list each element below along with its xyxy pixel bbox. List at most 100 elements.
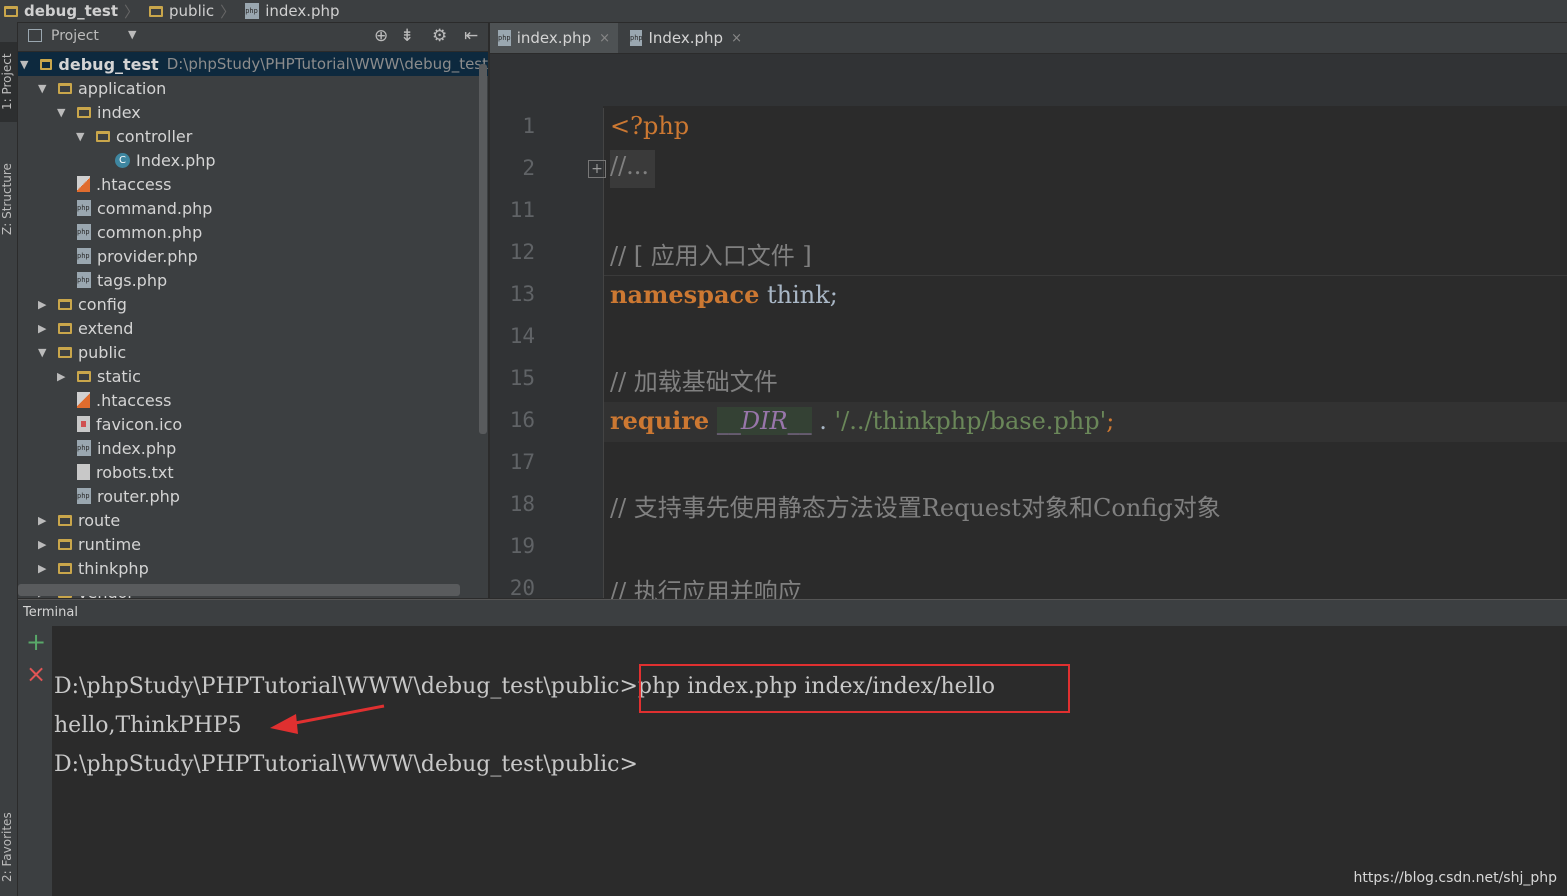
line-number: 18 — [509, 492, 535, 516]
line-number: 1 — [522, 114, 535, 138]
tree-root[interactable]: ▼ debug_test D:\phpStudy\PHPTutorial\WWW… — [18, 52, 488, 76]
tree-item-label: .htaccess — [96, 390, 172, 410]
line-number: 15 — [509, 366, 535, 390]
tree-item[interactable]: index.php — [57, 436, 176, 460]
folder-icon — [96, 130, 110, 142]
tree-item[interactable]: robots.txt — [57, 460, 174, 484]
htaccess-file-icon — [77, 176, 90, 192]
project-view-icon — [28, 29, 42, 42]
htaccess-file-icon — [77, 392, 90, 408]
tree-item[interactable]: tags.php — [57, 268, 167, 292]
code-line-1: <?php — [610, 112, 690, 140]
tree-item[interactable]: ▼ controller — [76, 124, 192, 148]
folder-icon — [58, 562, 72, 574]
collapsed-arrow-icon[interactable]: ▶ — [38, 298, 52, 311]
expanded-arrow-icon[interactable]: ▼ — [76, 130, 90, 143]
tree-item[interactable]: .htaccess — [57, 388, 171, 412]
tab-index-controller[interactable]: Index.php × — [622, 23, 750, 53]
line-number: 14 — [509, 324, 535, 348]
tree-item[interactable]: ▶ extend — [38, 316, 133, 340]
hide-panel-icon[interactable]: ⇤ — [464, 26, 478, 46]
folder-icon — [39, 58, 53, 70]
expanded-arrow-icon[interactable]: ▼ — [38, 82, 52, 95]
breadcrumb-item-folder[interactable]: public 〉 — [145, 1, 241, 22]
breadcrumb-item-project[interactable]: debug_test 〉 — [0, 1, 145, 22]
tree-item[interactable]: .htaccess — [57, 172, 171, 196]
code-line-18: // 支持事先使用静态方法设置Request对象和Config对象 — [610, 494, 1221, 522]
tree-scrollbar[interactable] — [479, 64, 487, 434]
terminal-line: D:\phpStudy\PHPTutorial\WWW\debug_test\p… — [54, 752, 638, 777]
collapsed-arrow-icon[interactable]: ▶ — [38, 514, 52, 527]
tree-item[interactable]: ▶ config — [38, 292, 127, 316]
expand-arrow-icon[interactable]: ▼ — [20, 58, 32, 71]
project-view-selector[interactable]: Project — [51, 28, 99, 44]
tree-item-label: static — [97, 366, 141, 386]
terminal-title: Terminal — [23, 605, 78, 620]
annotation-arrow-icon — [270, 704, 385, 734]
line-number: 17 — [509, 450, 535, 474]
expanded-arrow-icon[interactable]: ▼ — [57, 106, 71, 119]
tree-item[interactable]: C Index.php — [95, 148, 216, 172]
close-tab-icon[interactable]: × — [599, 31, 610, 46]
breadcrumb: debug_test〉 public〉 index.php — [0, 0, 1567, 23]
folder-icon — [58, 514, 72, 526]
terminal-header: Terminal — [18, 599, 1567, 626]
php-file-icon — [498, 30, 511, 46]
tree-item-label: .htaccess — [96, 174, 172, 194]
tree-item-label: config — [78, 294, 127, 314]
tree-item[interactable]: favicon.ico — [57, 412, 182, 436]
code-line-15: // 加载基础文件 — [610, 368, 778, 396]
tree-item[interactable]: ▶ static — [57, 364, 141, 388]
tree-item[interactable]: ▶ runtime — [38, 532, 141, 556]
tree-item[interactable]: ▶ thinkphp — [38, 556, 149, 580]
gutter-divider — [603, 108, 604, 598]
collapsed-arrow-icon[interactable]: ▶ — [57, 370, 71, 383]
terminal-toolbar: + × — [18, 626, 52, 896]
editor-tab-bar: index.php × Index.php × — [490, 23, 1567, 54]
tree-item-label: tags.php — [97, 270, 168, 290]
gear-icon[interactable]: ⚙ — [432, 26, 447, 46]
tree-horizontal-scrollbar[interactable] — [18, 584, 460, 596]
tree-item[interactable]: provider.php — [57, 244, 198, 268]
tree-item-label: controller — [116, 126, 193, 146]
line-number: 19 — [509, 534, 535, 558]
close-tab-icon[interactable]: × — [731, 31, 742, 46]
code-folded-region[interactable]: //... — [610, 150, 656, 188]
tree-item[interactable]: ▼ index — [57, 100, 141, 124]
folder-icon — [58, 346, 72, 358]
tree-item[interactable]: common.php — [57, 220, 202, 244]
favorites-tool-tab[interactable]: 2: Favorites — [0, 802, 17, 892]
php-file-icon — [77, 272, 91, 288]
fold-expand-icon[interactable]: + — [588, 160, 606, 178]
chevron-down-icon[interactable]: ▼ — [128, 28, 136, 41]
structure-tool-tab[interactable]: Z: Structure — [0, 152, 17, 247]
locate-icon[interactable]: ⊕ — [374, 26, 388, 46]
tree-item[interactable]: ▼ application — [38, 76, 166, 100]
tab-index-php[interactable]: index.php × — [490, 23, 618, 53]
folder-icon — [77, 106, 91, 118]
collapsed-arrow-icon[interactable]: ▶ — [38, 538, 52, 551]
tree-item-label: route — [78, 510, 121, 530]
close-session-icon[interactable]: × — [26, 660, 46, 688]
collapsed-arrow-icon[interactable]: ▶ — [38, 322, 52, 335]
tree-item-label: common.php — [97, 222, 203, 242]
tree-item-label: public — [78, 342, 127, 362]
add-session-icon[interactable]: + — [26, 628, 46, 656]
line-number: 16 — [509, 408, 535, 432]
breadcrumb-item-file[interactable]: index.php — [241, 2, 345, 20]
tree-item[interactable]: ▼ public — [38, 340, 126, 364]
tree-item[interactable]: command.php — [57, 196, 212, 220]
ico-file-icon — [77, 416, 90, 432]
tree-item[interactable]: router.php — [57, 484, 180, 508]
line-number: 20 — [509, 576, 535, 600]
expanded-arrow-icon[interactable]: ▼ — [38, 346, 52, 359]
php-file-icon — [630, 30, 643, 46]
project-panel-header: Project ▼ ⊕ ⇟ ⚙ ⇤ — [18, 23, 488, 52]
collapse-all-icon[interactable]: ⇟ — [400, 26, 414, 46]
collapsed-arrow-icon[interactable]: ▶ — [38, 562, 52, 575]
left-tool-strip: 1: Project Z: Structure 2: Favorites — [0, 22, 18, 896]
project-tool-tab[interactable]: 1: Project — [0, 42, 17, 122]
line-number: 11 — [509, 198, 535, 222]
tree-item[interactable]: ▶ route — [38, 508, 120, 532]
php-file-icon — [77, 200, 91, 216]
